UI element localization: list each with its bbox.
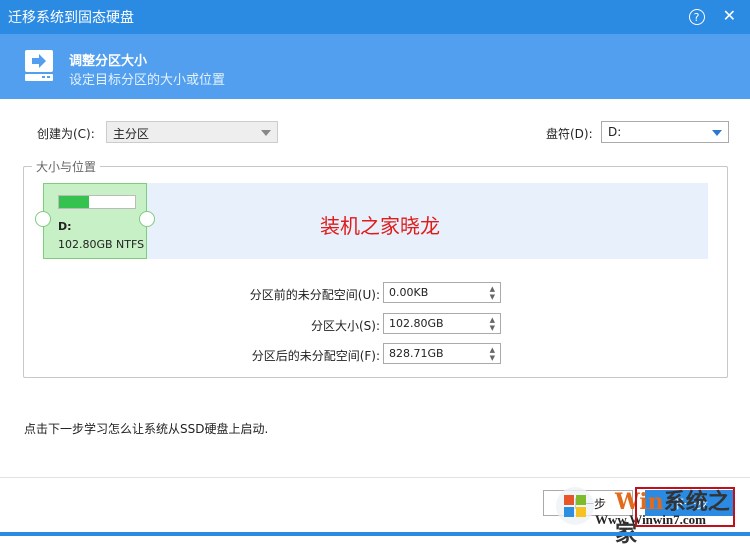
right-resize-handle[interactable] [139, 211, 155, 227]
partition-size-label: 分区大小(S): [310, 319, 380, 333]
close-icon[interactable]: ✕ [723, 6, 736, 25]
hint-text: 点击下一步学习怎么让系统从SSD硬盘上启动. [24, 422, 269, 436]
chevron-down-icon [712, 130, 722, 136]
create-as-value: 主分区 [113, 127, 150, 141]
partition-size-value: 102.80GB [389, 317, 444, 330]
unallocated-after-input[interactable]: 828.71GB ▲ ▼ [383, 343, 501, 364]
drive-letter-value: D: [608, 125, 622, 139]
group-legend: 大小与位置 [36, 160, 97, 174]
unallocated-after-value: 828.71GB [389, 347, 444, 360]
left-resize-handle[interactable] [35, 211, 51, 227]
back-button[interactable]: 上一步 [543, 490, 633, 516]
unallocated-after-label: 分区后的未分配空间(F): [251, 349, 380, 363]
usage-bar [58, 195, 136, 209]
unallocated-before-value: 0.00KB [389, 286, 429, 299]
step-subtitle: 设定目标分区的大小或位置 [69, 73, 226, 88]
highlight-box [635, 487, 735, 527]
drive-letter-select[interactable]: D: [601, 121, 729, 143]
window-title: 迁移系统到固态硬盘 [8, 10, 134, 26]
window-border [0, 532, 750, 536]
disk-arrow-icon [25, 50, 53, 81]
partition-block[interactable]: D: 102.80GB NTFS [43, 183, 147, 259]
step-header: 调整分区大小 设定目标分区的大小或位置 [0, 34, 750, 99]
step-title: 调整分区大小 [69, 54, 148, 69]
partition-size-input[interactable]: 102.80GB ▲ ▼ [383, 313, 501, 334]
partition-info: 102.80GB NTFS [58, 238, 145, 251]
help-icon[interactable]: ? [688, 9, 705, 25]
drive-letter-label: 盘符(D): [546, 127, 593, 141]
create-as-label: 创建为(C): [37, 127, 95, 141]
annotation-text: 装机之家晓龙 [320, 214, 440, 238]
title-bar: 迁移系统到固态硬盘 ? ✕ [0, 0, 750, 34]
usage-fill [59, 196, 90, 208]
spinner-arrows-icon[interactable]: ▲ ▼ [490, 316, 495, 332]
chevron-down-icon [261, 130, 271, 136]
create-as-select[interactable]: 主分区 [106, 121, 278, 143]
spinner-arrows-icon[interactable]: ▲ ▼ [490, 285, 495, 301]
unallocated-before-label: 分区前的未分配空间(U): [249, 288, 380, 302]
partition-letter: D: [58, 220, 72, 233]
divider [0, 477, 750, 478]
unallocated-before-input[interactable]: 0.00KB ▲ ▼ [383, 282, 501, 303]
spinner-arrows-icon[interactable]: ▲ ▼ [490, 346, 495, 362]
